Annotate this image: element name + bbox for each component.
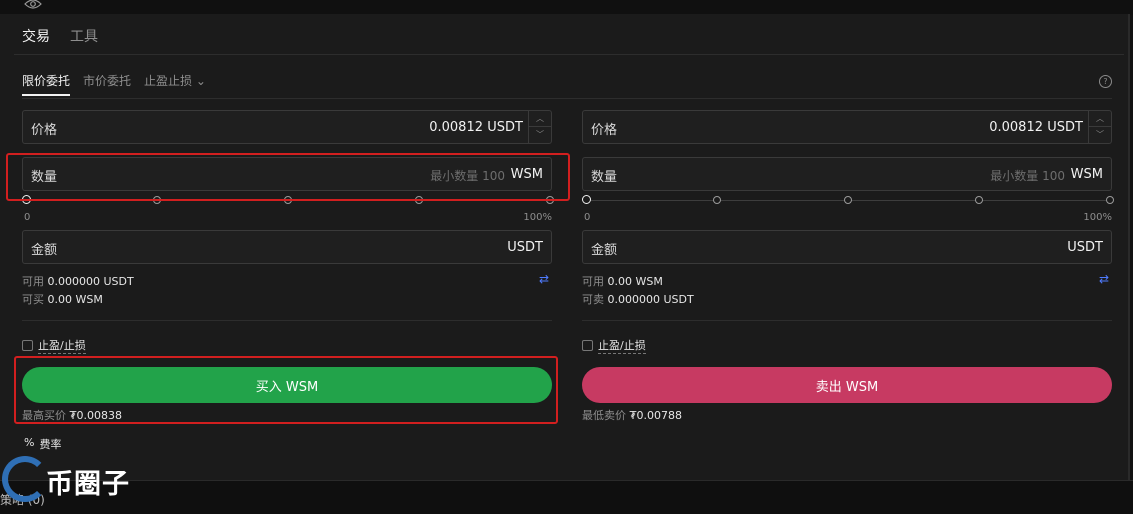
eye-icon[interactable] bbox=[24, 0, 42, 10]
sell-max-value: 0.000000 USDT bbox=[607, 293, 694, 306]
checkbox[interactable] bbox=[22, 340, 33, 351]
buy-total-field[interactable]: 金额 USDT bbox=[22, 230, 552, 264]
trade-panel: 交易 工具 限价委托 市价委托 止盈止损 ⌄ ? 价格 0.00812 USDT… bbox=[0, 14, 1130, 480]
tab-market-order[interactable]: 市价委托 bbox=[83, 72, 131, 96]
sell-total-field[interactable]: 金额 USDT bbox=[582, 230, 1112, 264]
sell-best-value: ₮0.00788 bbox=[629, 409, 683, 422]
buy-tpsl-label[interactable]: 止盈/止损 bbox=[38, 337, 86, 354]
bottom-bar bbox=[0, 480, 1133, 514]
sell-price-stepper: ︿ ﹀ bbox=[1088, 111, 1111, 143]
sell-slider-labels: 0 100% bbox=[584, 212, 1112, 223]
slider-handle[interactable] bbox=[582, 195, 591, 204]
sell-price-field[interactable]: 价格 0.00812 USDT ︿ ﹀ bbox=[582, 110, 1112, 144]
divider bbox=[14, 54, 1124, 55]
checkbox[interactable] bbox=[582, 340, 593, 351]
buy-available-label: 可用 bbox=[22, 275, 44, 288]
fee-rate-label: 费率 bbox=[39, 438, 62, 451]
sell-max: 可卖 0.000000 USDT bbox=[582, 291, 694, 307]
sell-price-label: 价格 bbox=[591, 123, 618, 138]
buy-price-stepper: ︿ ﹀ bbox=[528, 111, 551, 143]
sell-max-label: 可卖 bbox=[582, 293, 604, 306]
slider-mark-50[interactable] bbox=[844, 196, 852, 204]
tab-limit-order[interactable]: 限价委托 bbox=[22, 72, 71, 96]
chevron-down-icon: ⌄ bbox=[195, 74, 206, 88]
transfer-icon[interactable]: ⇄ bbox=[1099, 272, 1109, 286]
slider-mark-25[interactable] bbox=[713, 196, 721, 204]
sell-quantity-label: 数量 bbox=[591, 170, 618, 185]
sell-price-value: 0.00812 bbox=[989, 120, 1043, 135]
chevron-up-icon[interactable]: ︿ bbox=[529, 111, 551, 127]
buy-quantity-field[interactable]: 数量 最小数量 100 WSM bbox=[22, 157, 552, 191]
chevron-down-icon[interactable]: ﹀ bbox=[1089, 127, 1111, 142]
buy-amount-slider[interactable] bbox=[22, 195, 554, 206]
slider-mark-50[interactable] bbox=[284, 196, 292, 204]
logo-circle-icon bbox=[2, 456, 48, 502]
sell-total-label: 金额 bbox=[591, 243, 618, 258]
sell-best-price: 最低卖价 ₮0.00788 bbox=[582, 407, 682, 423]
sell-available-label: 可用 bbox=[582, 275, 604, 288]
buy-price-field[interactable]: 价格 0.00812 USDT ︿ ﹀ bbox=[22, 110, 552, 144]
buy-price-label: 价格 bbox=[31, 123, 58, 138]
divider bbox=[22, 98, 1112, 99]
help-icon[interactable]: ? bbox=[1099, 75, 1112, 88]
buy-max: 可买 0.00 WSM bbox=[22, 291, 103, 307]
divider bbox=[582, 320, 1112, 321]
sell-total-unit: USDT bbox=[1067, 240, 1103, 255]
buy-quantity-placeholder: 最小数量 100 bbox=[430, 169, 505, 183]
tab-tp-sl[interactable]: 止盈止损 ⌄ bbox=[144, 72, 206, 96]
slider-mark-75[interactable] bbox=[415, 196, 423, 204]
top-strip bbox=[0, 0, 1133, 15]
divider bbox=[22, 320, 552, 321]
buy-total-label: 金额 bbox=[31, 243, 58, 258]
slider-mark-100[interactable] bbox=[1106, 196, 1114, 204]
watermark-logo: 币圈子 bbox=[0, 456, 160, 506]
chevron-up-icon[interactable]: ︿ bbox=[1089, 111, 1111, 127]
sell-tpsl-option[interactable]: 止盈/止损 bbox=[582, 337, 646, 354]
slider-max-label: 100% bbox=[523, 212, 552, 223]
buy-price-unit: USDT bbox=[487, 120, 523, 135]
sell-quantity-field[interactable]: 数量 最小数量 100 WSM bbox=[582, 157, 1112, 191]
tab-tools[interactable]: 工具 bbox=[70, 26, 98, 46]
buy-best-price: 最高买价 ₮0.00838 bbox=[22, 407, 122, 423]
buy-tpsl-option[interactable]: 止盈/止损 bbox=[22, 337, 86, 354]
order-type-tabs: 限价委托 市价委托 止盈止损 ⌄ bbox=[22, 72, 206, 96]
percent-icon: % bbox=[24, 436, 35, 449]
slider-max-label: 100% bbox=[1083, 212, 1112, 223]
tab-tp-sl-label: 止盈止损 bbox=[144, 74, 193, 88]
sell-quantity-placeholder: 最小数量 100 bbox=[990, 169, 1065, 183]
sell-available: 可用 0.00 WSM bbox=[582, 273, 663, 289]
sell-button[interactable]: 卖出 WSM bbox=[582, 367, 1112, 403]
watermark-text: 币圈子 bbox=[46, 469, 130, 500]
buy-max-label: 可买 bbox=[22, 293, 44, 306]
sell-available-value: 0.00 WSM bbox=[607, 275, 663, 288]
slider-min-label: 0 bbox=[584, 212, 591, 223]
sell-best-label: 最低卖价 bbox=[582, 409, 626, 422]
buy-button[interactable]: 买入 WSM bbox=[22, 367, 552, 403]
buy-quantity-label: 数量 bbox=[31, 170, 58, 185]
sell-tpsl-label[interactable]: 止盈/止损 bbox=[598, 337, 646, 354]
slider-handle[interactable] bbox=[22, 195, 31, 204]
fee-rate[interactable]: % 费率 bbox=[24, 436, 61, 452]
buy-total-unit: USDT bbox=[507, 240, 543, 255]
sell-amount-slider[interactable] bbox=[582, 195, 1114, 206]
buy-slider-labels: 0 100% bbox=[24, 212, 552, 223]
buy-quantity-unit: WSM bbox=[510, 167, 543, 182]
slider-mark-25[interactable] bbox=[153, 196, 161, 204]
buy-price-value: 0.00812 bbox=[429, 120, 483, 135]
main-tabs: 交易 工具 bbox=[22, 26, 98, 46]
chevron-down-icon[interactable]: ﹀ bbox=[529, 127, 551, 142]
buy-available: 可用 0.000000 USDT bbox=[22, 273, 134, 289]
sell-quantity-unit: WSM bbox=[1070, 167, 1103, 182]
slider-mark-75[interactable] bbox=[975, 196, 983, 204]
slider-mark-100[interactable] bbox=[546, 196, 554, 204]
tab-trade[interactable]: 交易 bbox=[22, 26, 50, 46]
transfer-icon[interactable]: ⇄ bbox=[539, 272, 549, 286]
sell-price-unit: USDT bbox=[1047, 120, 1083, 135]
buy-best-label: 最高买价 bbox=[22, 409, 66, 422]
buy-best-value: ₮0.00838 bbox=[69, 409, 123, 422]
buy-max-value: 0.00 WSM bbox=[47, 293, 103, 306]
slider-min-label: 0 bbox=[24, 212, 31, 223]
buy-available-value: 0.000000 USDT bbox=[47, 275, 134, 288]
